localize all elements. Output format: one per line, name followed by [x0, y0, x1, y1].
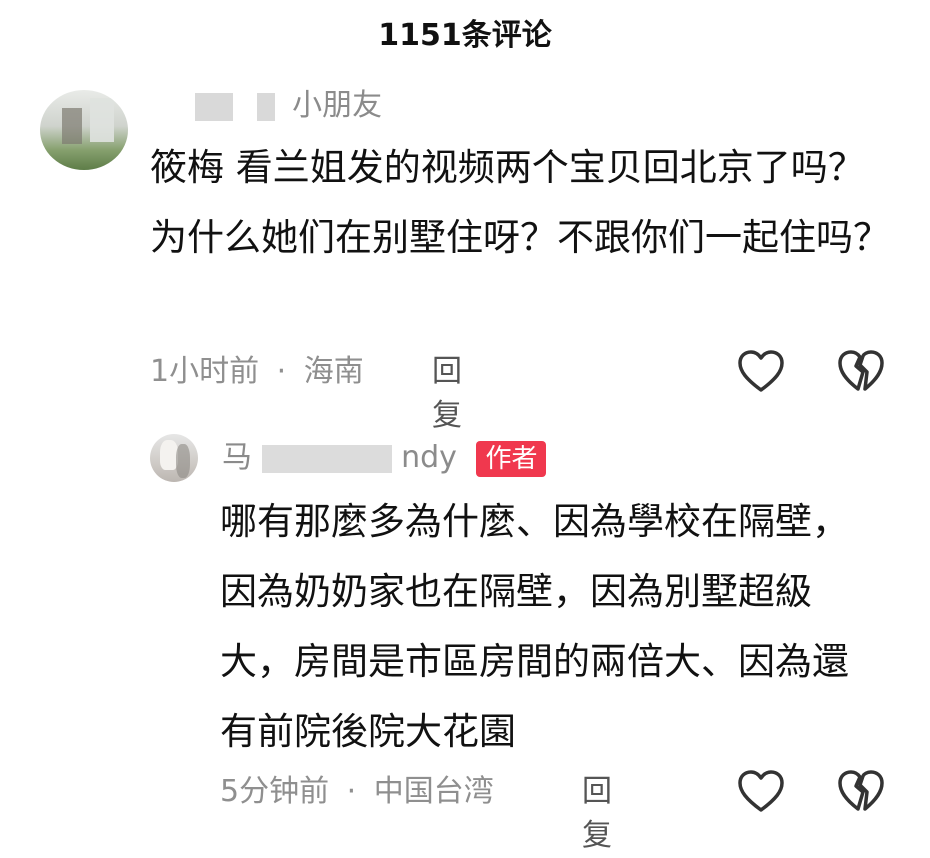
reply-meta: 5分钟前 · 中国台湾	[220, 770, 494, 814]
comment-meta: 1小时前 · 海南	[150, 350, 364, 394]
comment-text: 筱梅 看兰姐发的视频两个宝贝回北京了吗？为什么她们在别墅住呀？不跟你们一起住吗？	[150, 146, 890, 259]
broken-heart-icon[interactable]	[836, 348, 886, 394]
censored-name-block	[195, 92, 233, 121]
heart-icon[interactable]	[736, 348, 786, 394]
reply-username[interactable]: 马 ndy 作者	[222, 436, 547, 480]
avatar[interactable]	[40, 90, 128, 170]
reply-username-prefix: 马	[222, 440, 252, 475]
comment-username[interactable]: 小朋友	[195, 84, 382, 128]
reply-location: 中国台湾	[373, 774, 494, 809]
comment-location: 海南	[303, 354, 364, 389]
reply-text: 哪有那麼多為什麼、因為學校在隔壁，因為奶奶家也在隔壁，因為別墅超級大，房間是市區…	[220, 500, 849, 753]
reply-time: 5分钟前	[220, 774, 330, 809]
reply-button[interactable]: 回复	[582, 770, 612, 853]
meta-separator: ·	[276, 354, 287, 389]
author-badge: 作者	[476, 440, 547, 477]
censored-name-block	[261, 444, 392, 473]
comment-count-title: 1151条评论	[378, 18, 552, 53]
reply-username-suffix: ndy	[401, 440, 457, 475]
heart-icon[interactable]	[736, 768, 786, 814]
censored-name-block	[256, 92, 275, 121]
comment-time: 1小时前	[150, 354, 260, 389]
reply-button[interactable]: 回复	[432, 350, 462, 433]
broken-heart-icon[interactable]	[836, 768, 886, 814]
meta-separator: ·	[346, 774, 357, 809]
avatar[interactable]	[150, 434, 198, 482]
comment-username-text: 小朋友	[292, 88, 383, 123]
